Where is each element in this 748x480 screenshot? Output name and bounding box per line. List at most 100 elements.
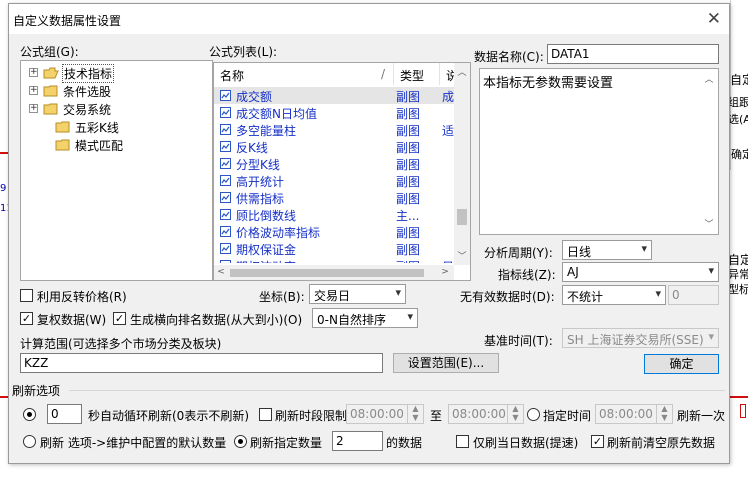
- formula-name: 期权波动率: [236, 258, 296, 263]
- description-text: 本指标无参数需要设置: [483, 76, 614, 91]
- specified-count-input[interactable]: 2: [332, 431, 383, 451]
- data-name-input[interactable]: DATA1: [547, 44, 719, 64]
- tree-item[interactable]: + 条件选股: [21, 82, 201, 100]
- folder-icon: [55, 139, 71, 151]
- tree-item[interactable]: 模式匹配: [21, 136, 201, 154]
- analysis-period-select[interactable]: 日线 ▾: [562, 240, 652, 260]
- time-from-input[interactable]: 08:00:00 ▲ ▼: [346, 404, 424, 424]
- adjusted-data-checkbox[interactable]: ✓: [20, 312, 33, 325]
- specified-time-radio[interactable]: [527, 408, 540, 421]
- formula-description: 日: [442, 258, 454, 263]
- rank-data-label[interactable]: 生成横向排名数据(从大到小)(O): [130, 311, 302, 328]
- chevron-down-icon: ▾: [708, 330, 714, 343]
- list-horizontal-scrollbar[interactable]: < >: [214, 265, 454, 280]
- table-row[interactable]: 价格波动率指标 副图: [214, 223, 454, 240]
- close-icon[interactable]: ✕: [707, 9, 721, 29]
- clear-before-label[interactable]: 刷新前清空原先数据: [607, 434, 715, 451]
- coordinate-select[interactable]: 交易日 ▾: [309, 284, 406, 304]
- ok-button[interactable]: 确定: [644, 354, 719, 374]
- table-row[interactable]: 反K线 副图: [214, 138, 454, 155]
- chevron-down-icon: ▾: [395, 286, 401, 299]
- invalid-data-number[interactable]: 0: [668, 285, 719, 305]
- rank-data-checkbox[interactable]: ✓: [113, 312, 126, 325]
- list-vertical-scrollbar[interactable]: ︿ ﹀: [454, 63, 470, 265]
- maintenance-count-radio[interactable]: [23, 435, 36, 448]
- indicator-line-label: 指标线(Z):: [498, 268, 556, 282]
- today-only-label[interactable]: 仅刷当日数据(提速): [473, 434, 578, 451]
- column-header-type[interactable]: 类型: [394, 63, 440, 85]
- open-folder-icon: [43, 67, 59, 79]
- specified-time-input[interactable]: 08:00:00 ▲ ▼: [595, 404, 673, 424]
- table-row[interactable]: 成交额 副图 成: [214, 87, 454, 104]
- reverse-price-checkbox[interactable]: [20, 289, 33, 302]
- time-limit-checkbox[interactable]: [259, 408, 272, 421]
- specified-count-label[interactable]: 刷新指定数量: [250, 434, 322, 451]
- column-header-name[interactable]: 名称 /: [214, 63, 394, 85]
- table-row[interactable]: 分型K线 副图: [214, 155, 454, 172]
- formula-name: 价格波动率指标: [236, 226, 321, 240]
- scroll-left-icon[interactable]: <: [216, 267, 226, 277]
- scroll-up-icon[interactable]: ︿: [702, 72, 716, 85]
- chevron-down-icon: ▾: [708, 264, 714, 277]
- scroll-right-icon[interactable]: >: [440, 267, 450, 277]
- time-to-spinner[interactable]: ▲ ▼: [507, 405, 523, 423]
- scroll-up-icon[interactable]: ︿: [454, 65, 470, 78]
- folder-icon: [43, 85, 59, 97]
- tree-item[interactable]: + 技术指标: [21, 64, 201, 83]
- formula-name: 多空能量柱: [236, 124, 297, 138]
- indicator-line-select[interactable]: AJ ▾: [562, 262, 719, 282]
- invalid-data-label: 无有效数据时(D):: [460, 290, 555, 304]
- scroll-down-icon[interactable]: ﹀: [454, 249, 470, 262]
- formula-description: 适: [442, 124, 454, 138]
- set-range-button[interactable]: 设置范围(E)...: [393, 353, 499, 373]
- scrollbar-thumb[interactable]: [230, 269, 424, 277]
- specified-time-label[interactable]: 指定时间: [543, 407, 591, 424]
- time-to-input[interactable]: 08:00:00 ▲ ▼: [448, 404, 524, 424]
- formula-list-label: 公式列表(L):: [209, 45, 278, 59]
- clear-before-checkbox[interactable]: ✓: [591, 435, 604, 448]
- tree-item[interactable]: + 交易系统: [21, 100, 201, 118]
- background-text: 型标: [728, 283, 748, 296]
- refresh-seconds-input[interactable]: 0: [47, 404, 82, 424]
- maintenance-count-label[interactable]: 刷新 选项->维护中配置的默认数量: [40, 434, 226, 451]
- table-row[interactable]: 期权波动率 副图 日: [214, 257, 454, 263]
- auto-refresh-radio[interactable]: [23, 408, 36, 421]
- specified-count-radio[interactable]: [234, 435, 247, 448]
- scrollbar-thumb[interactable]: [457, 209, 467, 225]
- formula-list-table[interactable]: 名称 / 类型 说 成交额 副图成成交额N日均值 副图 多空能量柱 副图适反K线 副图 分型…: [213, 62, 471, 281]
- formula-icon: [219, 242, 232, 255]
- table-row[interactable]: 多空能量柱 副图 适: [214, 121, 454, 138]
- reverse-price-label[interactable]: 利用反转价格(R): [37, 288, 127, 305]
- background-text: 选(A: [728, 113, 748, 126]
- formula-group-tree[interactable]: + 技术指标 + 条件选股 + 交易系统 五彩K线 模式匹配: [20, 60, 213, 281]
- table-row[interactable]: 高开统计 副图: [214, 172, 454, 189]
- table-row[interactable]: 期权保证金 副图: [214, 240, 454, 257]
- invalid-data-select[interactable]: 不统计 ▾: [562, 285, 666, 305]
- base-time-select[interactable]: SH 上海证券交易所(SSE) ▾: [562, 328, 719, 348]
- formula-type: 副图: [396, 192, 421, 206]
- today-only-checkbox[interactable]: [456, 435, 469, 448]
- table-row[interactable]: 顾比倒数线 主...: [214, 206, 454, 223]
- scroll-down-icon[interactable]: ﹀: [702, 217, 716, 230]
- time-from-spinner[interactable]: ▲ ▼: [407, 405, 423, 423]
- tree-item-label: 交易系统: [63, 103, 112, 117]
- expand-icon[interactable]: +: [29, 68, 38, 77]
- rank-order-select[interactable]: 0-N自然排序 ▾: [312, 308, 418, 328]
- sort-indicator: /: [380, 67, 385, 81]
- calc-range-label: 计算范围(可选择多个市场分类及板块): [20, 337, 222, 351]
- expand-icon[interactable]: +: [29, 104, 38, 113]
- table-row[interactable]: 供需指标 副图: [214, 189, 454, 206]
- calc-range-input[interactable]: KZZ: [20, 353, 383, 373]
- time-limit-label[interactable]: 刷新时段限制: [275, 407, 347, 424]
- adjusted-data-label[interactable]: 复权数据(W): [37, 311, 106, 328]
- formula-type: 副图: [396, 107, 421, 121]
- description-box[interactable]: 本指标无参数需要设置 ︿ ﹀: [479, 68, 719, 235]
- expand-icon[interactable]: +: [29, 86, 38, 95]
- tree-item[interactable]: 五彩K线: [21, 118, 201, 136]
- specified-time-spinner[interactable]: ▲ ▼: [656, 405, 672, 423]
- formula-type: 副图: [396, 90, 421, 104]
- base-time-value: SH 上海证券交易所(SSE): [567, 333, 704, 347]
- refresh-options-label: 刷新选项: [12, 384, 61, 398]
- table-row[interactable]: 成交额N日均值 副图: [214, 104, 454, 121]
- formula-icon: [219, 140, 232, 153]
